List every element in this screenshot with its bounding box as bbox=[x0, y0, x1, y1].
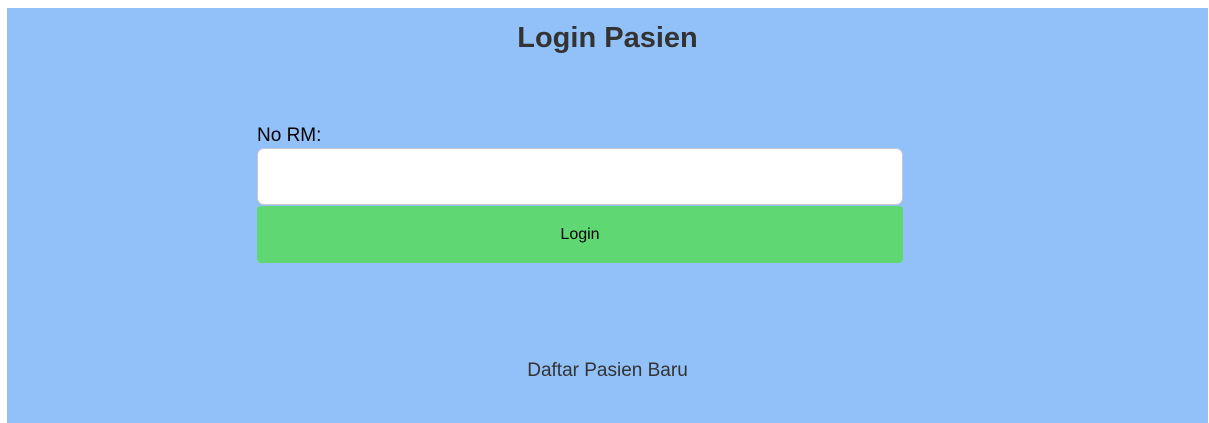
page-title: Login Pasien bbox=[517, 22, 698, 54]
rm-input[interactable] bbox=[257, 148, 903, 205]
register-link[interactable]: Daftar Pasien Baru bbox=[7, 360, 1208, 382]
rm-label: No RM: bbox=[257, 125, 322, 146]
login-button[interactable]: Login bbox=[257, 206, 903, 263]
login-form: No RM: Login bbox=[257, 126, 903, 263]
login-panel: Login Pasien No RM: Login Daftar Pasien … bbox=[7, 8, 1208, 423]
